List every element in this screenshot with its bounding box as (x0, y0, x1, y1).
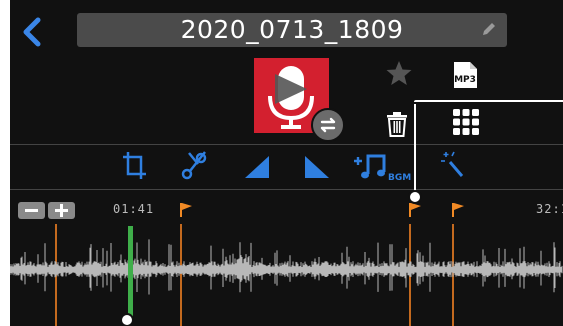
end-time: 32:1 (536, 202, 563, 216)
back-chevron-icon[interactable] (18, 14, 48, 50)
fade-out-icon[interactable] (302, 148, 332, 182)
format-label: MP3 (454, 75, 476, 85)
app-frame: 2020_0713_1809 MP3 BGM 01:41 32: (10, 0, 563, 326)
marker-flag-icon[interactable] (409, 203, 423, 217)
effect-wand-icon[interactable] (438, 148, 468, 182)
trim-icon[interactable] (120, 148, 150, 182)
marker-flag-icon[interactable] (452, 203, 466, 217)
audio-waveform[interactable] (10, 236, 563, 304)
pencil-icon[interactable] (481, 21, 497, 37)
waveform-trace (10, 239, 563, 295)
screen: 2020_0713_1809 MP3 BGM 01:41 32: (0, 0, 563, 326)
mp3-file-icon: MP3 (454, 62, 477, 88)
zoom-out-button[interactable] (18, 202, 45, 219)
cut-scissors-icon[interactable] (178, 148, 210, 182)
file-name: 2020_0713_1809 (180, 15, 404, 44)
trash-icon[interactable] (385, 110, 409, 138)
add-bgm-icon: BGM (354, 154, 411, 183)
callout-line (414, 104, 416, 194)
playhead-callout-dot (120, 313, 134, 326)
star-icon[interactable] (384, 58, 414, 88)
current-time: 01:41 (113, 202, 155, 216)
swap-arrows-icon[interactable] (311, 108, 345, 142)
marker-flag-icon[interactable] (180, 203, 194, 217)
playhead[interactable] (128, 226, 133, 318)
marker-callout-dot (408, 190, 422, 204)
zoom-in-button[interactable] (48, 202, 75, 219)
bgm-label: BGM (388, 173, 411, 182)
fade-in-icon[interactable] (242, 148, 272, 182)
callout-line (414, 100, 563, 102)
divider (10, 189, 563, 190)
file-name-field[interactable]: 2020_0713_1809 (77, 13, 507, 47)
add-bgm-button[interactable]: BGM (352, 148, 416, 183)
divider (10, 144, 563, 145)
grid-menu-icon[interactable] (451, 107, 481, 137)
